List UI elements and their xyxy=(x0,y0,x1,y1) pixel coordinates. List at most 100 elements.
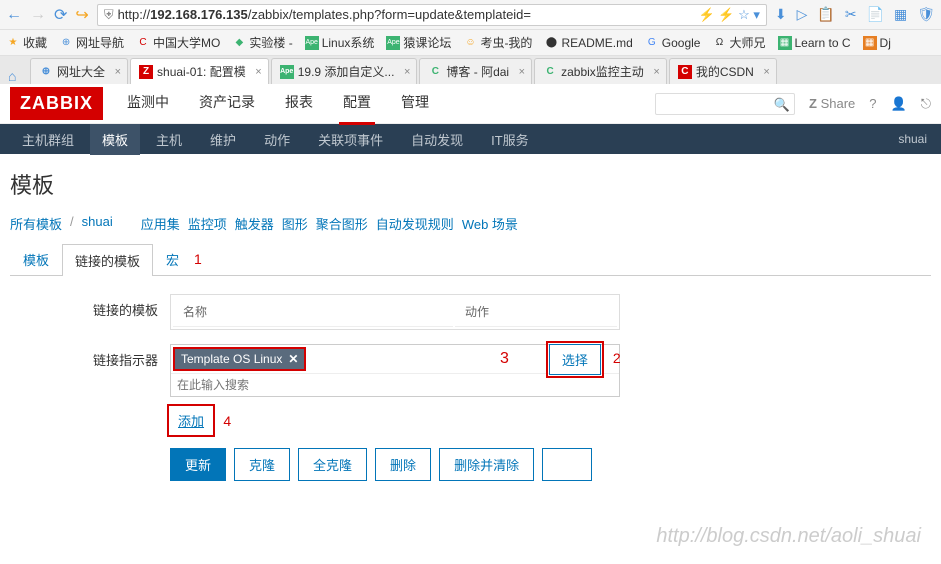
back-icon[interactable]: ← xyxy=(6,6,22,24)
full-clone-button[interactable]: 全克隆 xyxy=(298,448,367,481)
linked-templates-table: 名称 动作 xyxy=(170,294,620,330)
cancel-button[interactable] xyxy=(542,448,592,481)
subnav-actions[interactable]: 动作 xyxy=(252,124,302,155)
select-button[interactable]: 选择 xyxy=(549,344,601,375)
bc-screens[interactable]: 聚合图形 xyxy=(316,214,368,233)
zabbix-logo[interactable]: ZABBIX xyxy=(10,87,103,120)
bookmark-item[interactable]: ▦Dj xyxy=(863,36,891,50)
bc-graphs[interactable]: 图形 xyxy=(282,214,308,233)
bookmark-item[interactable]: ◆实验楼 - xyxy=(232,34,292,51)
template-search-input[interactable] xyxy=(171,374,619,396)
clone-button[interactable]: 克隆 xyxy=(234,448,290,481)
shield-icon: ⛨ xyxy=(104,7,114,23)
nav-administration[interactable]: 管理 xyxy=(397,82,433,125)
url-prefix: http:// xyxy=(118,7,151,22)
subnav-hosts[interactable]: 主机 xyxy=(144,124,194,155)
subnav-maintenance[interactable]: 维护 xyxy=(198,124,248,155)
scissors-icon[interactable]: ✂ xyxy=(845,6,857,23)
reload-icon[interactable]: ⟳ xyxy=(54,5,67,25)
col-name: 名称 xyxy=(173,297,453,327)
subnav-user: shuai xyxy=(898,132,931,146)
bc-items[interactable]: 监控项 xyxy=(188,214,227,233)
annotation-1: 1 xyxy=(194,251,202,267)
close-icon[interactable]: × xyxy=(763,66,769,78)
browser-tab[interactable]: ⊕网址大全× xyxy=(30,58,128,84)
search-input[interactable]: 🔍 xyxy=(655,93,795,115)
search-icon: 🔍 xyxy=(774,97,790,113)
play-icon[interactable]: ▷ xyxy=(797,6,808,23)
home-icon[interactable]: ⌂ xyxy=(8,68,16,84)
help-icon[interactable]: ? xyxy=(869,96,876,111)
label-link-indicator: 链接指示器 xyxy=(10,344,170,369)
close-icon[interactable]: × xyxy=(404,66,410,78)
subnav-services[interactable]: IT服务 xyxy=(479,124,541,155)
bc-applications[interactable]: 应用集 xyxy=(141,214,180,233)
logout-icon[interactable]: ⎋ xyxy=(921,96,931,112)
annotation-3: 3 xyxy=(500,350,509,368)
clipboard-icon[interactable]: 📋 xyxy=(817,6,834,23)
tab-linked-templates[interactable]: 链接的模板 xyxy=(62,244,153,276)
close-icon[interactable]: × xyxy=(653,66,659,78)
bc-all-templates[interactable]: 所有模板 xyxy=(10,214,62,233)
flash-icon[interactable]: ⚡ ⚡ ☆ ▾ xyxy=(698,7,759,23)
bookmark-item[interactable]: ★收藏 xyxy=(6,34,47,51)
forward-icon[interactable]: → xyxy=(30,6,46,24)
delete-button[interactable]: 删除 xyxy=(375,448,431,481)
breadcrumb: 所有模板 / shuai 应用集 监控项 触发器 图形 聚合图形 自动发现规则 … xyxy=(10,214,931,233)
add-link[interactable]: 添加 xyxy=(170,407,212,434)
url-bar[interactable]: ⛨ http://192.168.176.135/zabbix/template… xyxy=(97,4,767,26)
bookmark-item[interactable]: ApeLinux系统 xyxy=(305,34,375,51)
col-action: 动作 xyxy=(455,297,617,327)
stop-icon[interactable]: ↪ xyxy=(75,5,88,25)
user-icon[interactable]: 👤 xyxy=(891,96,907,112)
delete-clear-button[interactable]: 删除并清除 xyxy=(439,448,534,481)
browser-tab[interactable]: Czabbix监控主动× xyxy=(534,58,667,84)
bookmark-item[interactable]: GGoogle xyxy=(645,36,701,50)
bookmark-item[interactable]: ☺考虫-我的 xyxy=(463,34,532,51)
bookmark-item[interactable]: C中国大学MO xyxy=(136,34,220,51)
nav-configuration[interactable]: 配置 xyxy=(339,82,375,125)
subnav-templates[interactable]: 模板 xyxy=(90,124,140,155)
close-icon[interactable]: × xyxy=(255,66,261,78)
toolbar-actions: ⬇ ▷ 📋 ✂ 📄 ▦ 🛡 xyxy=(775,6,935,23)
bookmark-item[interactable]: ⊕网址导航 xyxy=(59,34,124,51)
nav-monitoring[interactable]: 监测中 xyxy=(123,82,173,125)
bc-template-name[interactable]: shuai xyxy=(82,214,113,233)
bookmark-item[interactable]: ⬤README.md xyxy=(544,36,632,50)
close-icon[interactable]: × xyxy=(519,66,525,78)
share-link[interactable]: Z Share xyxy=(809,96,855,111)
browser-nav-bar: ← → ⟳ ↪ ⛨ http://192.168.176.135/zabbix/… xyxy=(0,0,941,30)
subnav-discovery[interactable]: 自动发现 xyxy=(399,124,475,155)
bookmark-item[interactable]: Ω大师兄 xyxy=(712,34,765,51)
action-buttons: 更新 克隆 全克隆 删除 删除并清除 xyxy=(170,448,931,481)
browser-tab[interactable]: Ape19.9 添加自定义...× xyxy=(271,58,418,84)
bookmark-item[interactable]: Ape猿课论坛 xyxy=(386,34,451,51)
browser-tab[interactable]: Zshuai-01: 配置模× xyxy=(130,58,269,84)
bookmark-item[interactable]: ▦Learn to C xyxy=(778,36,851,50)
update-button[interactable]: 更新 xyxy=(170,448,226,481)
remove-tag-icon[interactable]: ✕ xyxy=(288,352,298,366)
url-path: /zabbix/templates.php?form=update&templa… xyxy=(248,7,531,22)
bc-triggers[interactable]: 触发器 xyxy=(235,214,274,233)
qr-icon[interactable]: ▦ xyxy=(894,6,907,23)
nav-inventory[interactable]: 资产记录 xyxy=(195,82,259,125)
nav-reports[interactable]: 报表 xyxy=(281,82,317,125)
subnav-hostgroups[interactable]: 主机群组 xyxy=(10,124,86,155)
shield2-icon[interactable]: 🛡 xyxy=(917,6,935,23)
selected-template-tag[interactable]: Template OS Linux ✕ xyxy=(175,349,304,369)
browser-tab[interactable]: C博客 - 阿dai× xyxy=(419,58,532,84)
page-content: 模板 所有模板 / shuai 应用集 监控项 触发器 图形 聚合图形 自动发现… xyxy=(0,154,941,495)
note-icon[interactable]: 📄 xyxy=(867,6,884,23)
bc-discovery[interactable]: 自动发现规则 xyxy=(376,214,454,233)
subnav-correlation[interactable]: 关联项事件 xyxy=(306,124,395,155)
close-icon[interactable]: × xyxy=(115,66,121,78)
tab-macros[interactable]: 宏 xyxy=(153,243,192,275)
browser-tabs: ⌂ ⊕网址大全× Zshuai-01: 配置模× Ape19.9 添加自定义..… xyxy=(0,56,941,84)
download-icon[interactable]: ⬇ xyxy=(775,6,787,23)
watermark: http://blog.csdn.net/aoli_shuai xyxy=(656,525,921,548)
tab-template[interactable]: 模板 xyxy=(10,243,62,275)
zabbix-main-nav: 监测中 资产记录 报表 配置 管理 xyxy=(123,82,433,125)
browser-tab[interactable]: C我的CSDN× xyxy=(669,58,777,84)
bc-web[interactable]: Web 场景 xyxy=(462,214,518,233)
zabbix-sub-nav: 主机群组 模板 主机 维护 动作 关联项事件 自动发现 IT服务 shuai xyxy=(0,124,941,154)
